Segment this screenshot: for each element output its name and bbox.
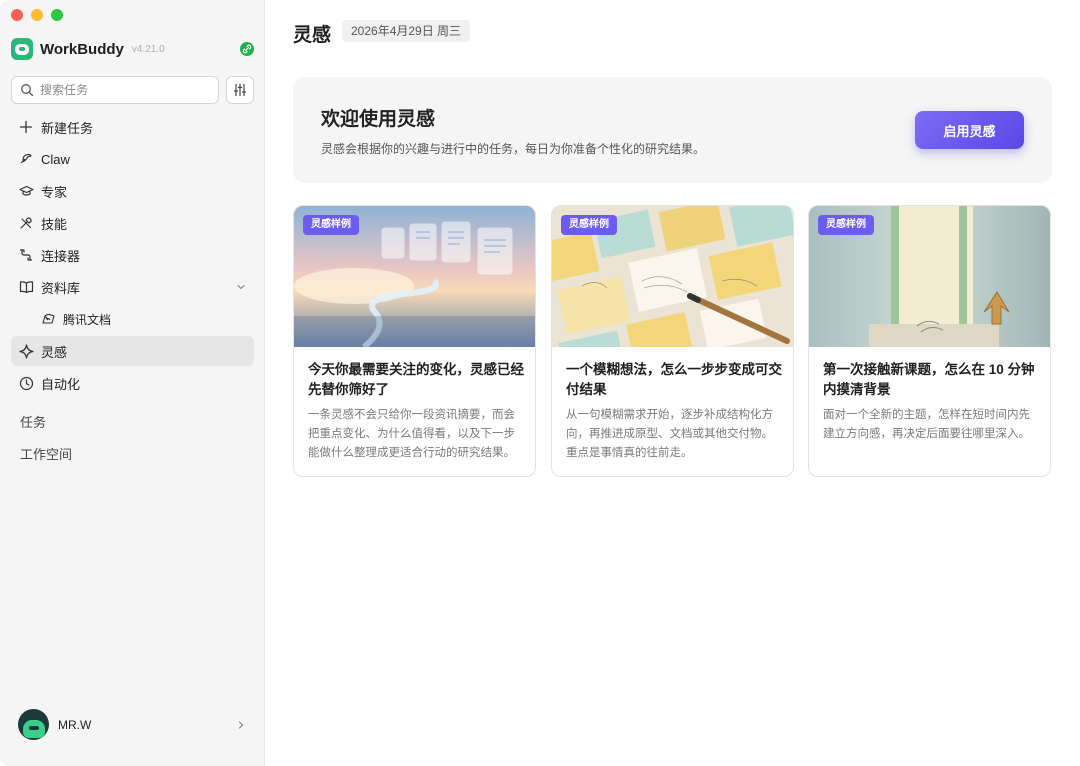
tencent-docs-icon — [39, 310, 57, 328]
card-title: 一个模糊想法，怎么一步步变成可交付结果 — [566, 362, 782, 397]
sidebar-item-label: 腾讯文档 — [63, 312, 112, 327]
sample-tag: 灵感样例 — [303, 215, 359, 235]
graduation-cap-icon — [17, 182, 35, 200]
avatar — [18, 709, 49, 740]
window-controls — [11, 9, 63, 21]
search-box[interactable] — [11, 76, 219, 104]
sidebar-item-label: 自动化 — [41, 376, 81, 392]
sidebar-item-inspiration[interactable]: 灵感 — [11, 336, 254, 366]
inspiration-card[interactable]: 灵感样例 第一次接触新课题，怎么在 10 分钟内摸清背景 面对一个全新的主题，怎… — [808, 205, 1051, 477]
search-icon — [21, 84, 34, 97]
card-description: 一条灵感不会只给你一段资讯摘要，而会把重点变化、为什么值得看，以及下一步能做什么… — [308, 409, 515, 459]
sparkle-icon — [17, 342, 35, 360]
sidebar-item-label: 新建任务 — [41, 120, 94, 136]
page-title: 灵感 — [293, 25, 332, 46]
card-title: 第一次接触新课题，怎么在 10 分钟内摸清背景 — [823, 362, 1035, 397]
sidebar-item-claw[interactable]: Claw — [11, 144, 254, 174]
sidebar-item-new-task[interactable]: 新建任务 — [11, 112, 254, 142]
sidebar-item-experts[interactable]: 专家 — [11, 176, 254, 206]
welcome-title: 欢迎使用灵感 — [321, 109, 436, 130]
filter-button[interactable] — [226, 76, 254, 104]
sidebar-item-label: 专家 — [41, 184, 68, 200]
sidebar-nav: 新建任务 Claw 专家 技能 连接器 资料库 腾讯文档 灵感 自动化 — [11, 112, 254, 400]
sidebar: WorkBuddy v4.21.0 新建任务 — [0, 0, 265, 766]
app-window: WorkBuddy v4.21.0 新建任务 — [0, 0, 1080, 766]
sidebar-item-automation[interactable]: 自动化 — [11, 368, 254, 398]
claw-icon — [17, 150, 35, 168]
chevron-down-icon[interactable] — [236, 280, 246, 295]
sidebar-item-label: 资料库 — [41, 280, 81, 296]
welcome-description: 灵感会根据你的兴趣与进行中的任务，每日为你准备个性化的研究结果。 — [321, 142, 706, 156]
section-workspace[interactable]: 工作空间 — [20, 444, 72, 463]
card-description: 面对一个全新的主题，怎样在短时间内先建立方向感，再决定后面要往哪里深入。 — [823, 409, 1030, 440]
card-title: 今天你最需要关注的变化，灵感已经先替你筛好了 — [308, 362, 524, 397]
sidebar-item-label: 灵感 — [41, 344, 68, 360]
main-content: 灵感 2026年4月29日 周三 欢迎使用灵感 灵感会根据你的兴趣与进行中的任务… — [265, 0, 1080, 766]
app-version: v4.21.0 — [131, 43, 165, 55]
app-logo-icon — [11, 38, 33, 60]
tools-icon — [17, 214, 35, 232]
enable-inspiration-button[interactable]: 启用灵感 — [915, 111, 1024, 149]
search-input[interactable] — [40, 83, 200, 97]
inspiration-card[interactable]: 灵感样例 今天你最需要关注的变化，灵感已经先替你筛好了 一条灵感不会只给你一段资… — [293, 205, 536, 477]
sidebar-item-skills[interactable]: 技能 — [11, 208, 254, 238]
minimize-window-button[interactable] — [31, 9, 43, 21]
sample-tag: 灵感样例 — [818, 215, 874, 235]
sidebar-item-label: 技能 — [41, 216, 68, 232]
link-status-icon[interactable] — [240, 42, 254, 56]
sidebar-item-label: Claw — [41, 151, 70, 167]
sidebar-item-library[interactable]: 资料库 — [11, 272, 254, 302]
sliders-icon — [233, 83, 247, 97]
welcome-banner: 欢迎使用灵感 灵感会根据你的兴趣与进行中的任务，每日为你准备个性化的研究结果。 … — [293, 77, 1052, 183]
chevron-right-icon[interactable] — [236, 717, 246, 735]
connector-icon — [17, 246, 35, 264]
brand: WorkBuddy v4.21.0 — [11, 38, 165, 60]
date-badge: 2026年4月29日 周三 — [342, 20, 471, 42]
section-tasks[interactable]: 任务 — [20, 412, 46, 431]
sidebar-item-tencent-docs[interactable]: 腾讯文档 — [11, 304, 254, 334]
sidebar-item-connectors[interactable]: 连接器 — [11, 240, 254, 270]
book-icon — [17, 278, 35, 296]
clock-icon — [17, 374, 35, 392]
card-description: 从一句模糊需求开始，逐步补成结构化方向，再推进成原型、文档或其他交付物。重点是事… — [566, 409, 773, 459]
inspiration-card[interactable]: 灵感样例 一个模糊想法，怎么一步步变成可交付结果 从一句模糊需求开始，逐步补成结… — [551, 205, 794, 477]
sidebar-item-label: 连接器 — [41, 248, 81, 264]
card-image: 灵感样例 — [294, 206, 535, 347]
user-profile[interactable]: MR.W — [18, 709, 91, 740]
user-name: MR.W — [58, 717, 92, 732]
card-image: 灵感样例 — [809, 206, 1050, 347]
sample-tag: 灵感样例 — [561, 215, 617, 235]
close-window-button[interactable] — [11, 9, 23, 21]
maximize-window-button[interactable] — [51, 9, 63, 21]
card-image: 灵感样例 — [552, 206, 793, 347]
app-name: WorkBuddy — [40, 40, 124, 58]
plus-icon — [17, 118, 35, 136]
